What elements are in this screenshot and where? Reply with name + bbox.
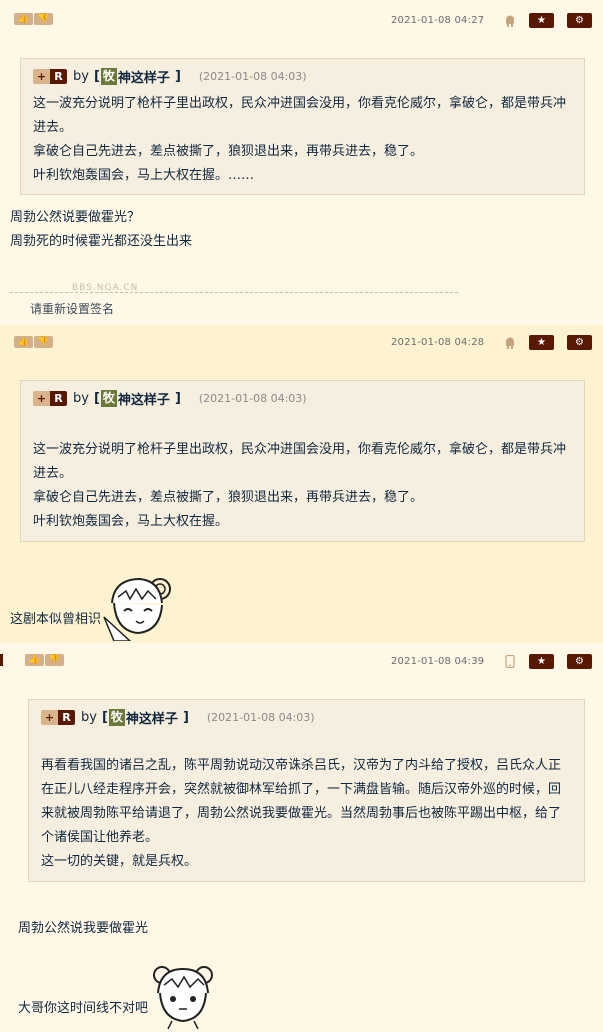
reply-button[interactable]: R [50,391,67,406]
post-1: 👍 👎 2021-01-08 04:27 ★ ⚙ + R by [ 牧 神这样子… [0,0,603,325]
quote-by: by [73,69,89,84]
vote-buttons: 👍 👎 [14,13,53,25]
sidebar-marker [0,654,3,666]
star-button[interactable]: ★ [529,654,554,669]
sticker-image [103,577,171,641]
quote-block: + R by [ 牧 神这样子 ] (2021-01-08 04:03) 再看看… [28,699,585,882]
android-icon [503,14,517,28]
quote-body: 再看看我国的诸吕之乱，陈平周勃说动汉帝诛杀吕氏，汉帝为了内斗给了授权，吕氏众人正… [41,754,574,874]
settings-button[interactable]: ⚙ [567,654,592,669]
signature-divider [10,292,458,293]
reply-button[interactable]: R [58,710,75,725]
quote-header: + R by [ 牧 神这样子 ] (2021-01-08 04:03) [41,708,315,727]
quote-by: by [73,391,89,406]
post-date: 2021-01-08 04:27 [391,15,485,26]
body-line: 周勃死的时候霍光都还没生出来 [10,234,193,249]
quote-body: 这一波充分说明了枪杆子里出政权，民众冲进国会没用，你看克伦威尔，拿破仑，都是带兵… [33,438,574,534]
quote-line: 叶利钦炮轰国会，马上大权在握。…… [33,168,255,183]
thumb-up-icon[interactable]: 👍 [14,13,33,25]
star-button[interactable]: ★ [529,13,554,28]
quote-time: (2021-01-08 04:03) [198,392,307,405]
quote-username[interactable]: 神这样子 [126,708,178,727]
thumb-up-icon[interactable]: 👍 [25,654,44,666]
bracket-open: [ [93,391,100,406]
quote-line: 进去。 [33,120,73,135]
body-line: 这剧本似曾相识 [10,612,102,627]
phone-icon [503,654,517,669]
quote-body: 这一波充分说明了枪杆子里出政权，民众冲进国会没用，你看克伦威尔，拿破仑，都是带兵… [33,92,574,188]
plus-button[interactable]: + [33,391,50,406]
quote-line: 进去。 [33,466,73,481]
quote-time: (2021-01-08 04:03) [198,70,307,83]
android-icon [503,336,517,350]
thumb-down-icon[interactable]: 👎 [45,654,64,666]
body-line: 大哥你这时间线不对吧 [18,1001,149,1016]
quote-line: 这一切的关键，就是兵权。 [41,854,198,869]
thumb-up-icon[interactable]: 👍 [14,336,33,348]
quote-line: 拿破仑自己先进去，差点被撕了，狼狈退出来，再带兵进去，稳了。 [33,490,424,505]
post-body: 周勃公然说要做霍光？ 周勃死的时候霍光都还没生出来 [10,206,192,254]
post-3: 👍 👎 2021-01-08 04:39 ★ ⚙ + R by [ 牧 神这样子… [0,643,603,1032]
quote-line: 来就被周勃陈平给请退了，周勃公然说我要做霍光。当然周勃事后也被陈平踢出中枢，给了 [41,806,562,821]
quote-line: 这一波充分说明了枪杆子里出政权，民众冲进国会没用，你看克伦威尔，拿破仑，都是带兵… [33,96,567,111]
body-line: 周勃公然说要做霍光？ [10,210,141,225]
user-tag: 牧 [108,709,125,726]
quote-header: + R by [ 牧 神这样子 ] (2021-01-08 04:03) [33,67,307,86]
post-2: 👍 👎 2021-01-08 04:28 ★ ⚙ + R by [ 牧 神这样子… [0,325,603,643]
sticker-image [153,966,213,1029]
quote-line: 拿破仑自己先进去，差点被撕了，狼狈退出来，再带兵进去，稳了。 [33,144,424,159]
quote-line: 个诸侯国让他养老。 [41,830,159,845]
user-tag: 牧 [100,390,117,407]
quote-line: 这一波充分说明了枪杆子里出政权，民众冲进国会没用，你看克伦威尔，拿破仑，都是带兵… [33,442,567,457]
reply-button[interactable]: R [50,69,67,84]
bracket-close: ] [174,69,181,84]
quote-header: + R by [ 牧 神这样子 ] (2021-01-08 04:03) [33,389,307,408]
vote-buttons: 👍 👎 [14,336,53,348]
post-body-line-2: 大哥你这时间线不对吧 [18,997,148,1021]
post-date: 2021-01-08 04:39 [391,656,485,667]
bracket-close: ] [174,391,181,406]
quote-username[interactable]: 神这样子 [118,389,170,408]
quote-line: 再看看我国的诸吕之乱，陈平周勃说动汉帝诛杀吕氏，汉帝为了内斗给了授权，吕氏众人正 [41,758,562,773]
bracket-open: [ [93,69,100,84]
star-button[interactable]: ★ [529,335,554,350]
quote-line: 叶利钦炮轰国会，马上大权在握。 [33,514,229,529]
post-date: 2021-01-08 04:28 [391,337,485,348]
settings-button[interactable]: ⚙ [567,13,592,28]
bracket-open: [ [101,710,108,725]
plus-button[interactable]: + [41,710,58,725]
settings-button[interactable]: ⚙ [567,335,592,350]
user-tag: 牧 [100,68,117,85]
bracket-close: ] [182,710,189,725]
quote-time: (2021-01-08 04:03) [206,711,315,724]
quote-line: 在正儿八经走程序开会，突然就被御林军给抓了，一下满盘皆输。随后汉帝外巡的时候，回 [41,782,562,797]
quote-by: by [81,710,97,725]
post-body: 这剧本似曾相识 [10,608,101,632]
post-body-line-1: 周勃公然说我要做霍光 [18,917,148,941]
quote-block: + R by [ 牧 神这样子 ] (2021-01-08 04:03) 这一波… [20,380,585,542]
vote-buttons: 👍 👎 [25,654,64,666]
plus-button[interactable]: + [33,69,50,84]
quote-block: + R by [ 牧 神这样子 ] (2021-01-08 04:03) 这一波… [20,58,585,195]
signature: 请重新设置签名 [30,302,115,316]
body-line: 周勃公然说我要做霍光 [18,921,149,936]
thumb-down-icon[interactable]: 👎 [34,336,53,348]
thumb-down-icon[interactable]: 👎 [34,13,53,25]
quote-username[interactable]: 神这样子 [118,67,170,86]
